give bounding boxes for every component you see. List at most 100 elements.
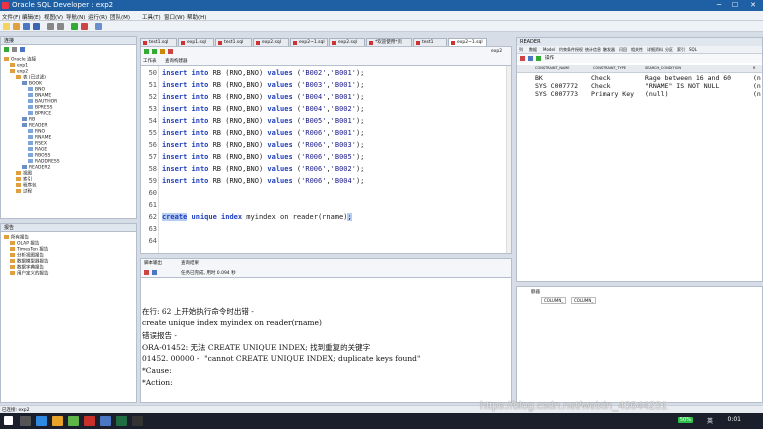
word-icon[interactable] bbox=[100, 416, 111, 426]
object-tab[interactable]: 分区 bbox=[665, 47, 673, 53]
refresh-icon[interactable] bbox=[536, 56, 541, 61]
object-tab[interactable]: 相关性 bbox=[631, 47, 643, 53]
menu-navigate[interactable]: 导航(N) bbox=[66, 13, 85, 21]
stop-icon[interactable] bbox=[81, 23, 88, 30]
tree-node-label: 表 (已过滤) bbox=[23, 75, 46, 81]
minimize-button[interactable]: ─ bbox=[712, 1, 726, 9]
object-tab[interactable]: 详细资料 bbox=[647, 47, 663, 53]
column-header[interactable]: CONSTRAINT_NAME bbox=[535, 66, 570, 70]
explorer-icon[interactable] bbox=[52, 416, 63, 426]
connection-selector[interactable]: exp2 bbox=[491, 49, 502, 54]
table-name: RB bbox=[212, 129, 222, 137]
tab-worksheet[interactable]: 工作表 bbox=[143, 58, 157, 64]
column-header[interactable]: R bbox=[753, 66, 755, 70]
menu-view[interactable]: 视图(V) bbox=[44, 13, 63, 21]
column-header-1[interactable]: COLUMN_ bbox=[541, 297, 567, 304]
string-literal: 'B004' bbox=[301, 105, 327, 113]
object-tab[interactable]: 授权 bbox=[575, 47, 583, 53]
tree-node[interactable]: 过程 bbox=[16, 189, 32, 196]
input-language[interactable]: 英 bbox=[707, 416, 713, 425]
column-list: (RNO,BNO) bbox=[225, 69, 264, 77]
object-tab[interactable]: Model bbox=[543, 47, 555, 52]
run-script-icon[interactable] bbox=[152, 49, 157, 54]
output-line: 01452. 00000 - "cannot CREATE UNIQUE IND… bbox=[142, 354, 421, 363]
editor-tab[interactable]: exp2~1.sql bbox=[290, 38, 328, 46]
column-header-2[interactable]: COLUMN_ bbox=[571, 297, 597, 304]
editor-tab[interactable]: *欢迎使用*页 bbox=[366, 38, 412, 46]
pin-icon[interactable] bbox=[144, 270, 149, 275]
menu-run[interactable]: 运行(R) bbox=[88, 13, 107, 21]
sql-editor[interactable]: 50 51 52 53 54 55 56 57 58 59 60 61 63 64 62 insert in… bbox=[140, 66, 512, 254]
battery-indicator[interactable]: 50% bbox=[677, 417, 693, 423]
menu-help[interactable]: 帮助(H) bbox=[187, 13, 206, 21]
tab-query-builder[interactable]: 查询构建器 bbox=[165, 58, 188, 64]
editor-tab[interactable]: test1.sql bbox=[140, 38, 177, 46]
object-tab[interactable]: 统计信息 bbox=[585, 47, 601, 53]
pin-icon[interactable] bbox=[520, 56, 525, 61]
editor-tab[interactable]: exp2.sql bbox=[253, 38, 289, 46]
save-icon[interactable] bbox=[23, 23, 30, 30]
editor-tab[interactable]: exp2.sql bbox=[329, 38, 365, 46]
add-connection-icon[interactable] bbox=[4, 47, 9, 52]
object-tab[interactable]: 索引 bbox=[677, 47, 685, 53]
editor-tab[interactable]: exp2~1.sql bbox=[448, 38, 487, 46]
tab-icon bbox=[332, 41, 336, 45]
run-statement-icon[interactable] bbox=[144, 49, 149, 54]
editor-tab[interactable]: test1.sql bbox=[215, 38, 252, 46]
maximize-button[interactable]: ☐ bbox=[728, 1, 742, 9]
actions-menu[interactable]: 操作 bbox=[545, 55, 554, 61]
tab-label: exp1.sql bbox=[187, 40, 206, 45]
string-literal: 'B004' bbox=[330, 177, 356, 185]
editor-tab-strip: test1.sql exp1.sql test1.sql exp2.sql exp2~1… bbox=[140, 37, 512, 46]
edit-icon[interactable] bbox=[528, 56, 533, 61]
filter-icon[interactable] bbox=[20, 47, 25, 52]
search-icon[interactable] bbox=[20, 416, 31, 426]
wechat-icon[interactable] bbox=[68, 416, 79, 426]
save-all-icon[interactable] bbox=[33, 23, 40, 30]
forward-icon[interactable] bbox=[57, 23, 64, 30]
object-tab[interactable]: 约束条件 bbox=[559, 47, 575, 53]
search-condition: (null) bbox=[645, 90, 669, 98]
editor-tab[interactable]: exp1.sql bbox=[178, 38, 214, 46]
tree-node-label: READER bbox=[29, 123, 48, 129]
object-tab[interactable]: 触发器 bbox=[603, 47, 615, 53]
bottom-right-panel: 额器 COLUMN_ COLUMN_ bbox=[516, 286, 763, 403]
edge-icon[interactable] bbox=[36, 416, 47, 426]
oracle-icon[interactable] bbox=[84, 416, 95, 426]
tab-script-output[interactable]: 脚本输出 bbox=[144, 260, 162, 266]
tab-query-result[interactable]: 查询结果 bbox=[181, 260, 199, 266]
column-header[interactable]: SEARCH_CONDITION bbox=[645, 66, 681, 70]
editor-tab[interactable]: test1 bbox=[413, 38, 447, 46]
report-item[interactable]: 用户定义的报告 bbox=[10, 271, 49, 278]
new-icon[interactable] bbox=[3, 23, 10, 30]
table-icon bbox=[16, 183, 21, 187]
object-tab[interactable]: SQL bbox=[689, 47, 697, 52]
excel-icon[interactable] bbox=[116, 416, 127, 426]
start-icon[interactable] bbox=[4, 416, 13, 425]
object-tab[interactable]: 闪回 bbox=[619, 47, 627, 53]
open-icon[interactable] bbox=[13, 23, 20, 30]
sql-icon[interactable] bbox=[95, 23, 102, 30]
menu-edit[interactable]: 编辑(E) bbox=[22, 13, 41, 21]
object-tab[interactable]: 列 bbox=[519, 47, 523, 53]
object-tab[interactable]: 数据 bbox=[529, 47, 537, 53]
column-header[interactable]: CONSTRAINT_TYPE bbox=[593, 66, 626, 70]
clock[interactable]: 0:01 bbox=[728, 416, 741, 423]
app-icon[interactable] bbox=[132, 416, 143, 426]
back-icon[interactable] bbox=[47, 23, 54, 30]
editor-scrollbar[interactable] bbox=[506, 66, 511, 253]
commit-icon[interactable] bbox=[160, 49, 165, 54]
refresh-icon[interactable] bbox=[12, 47, 17, 52]
menu-bar: 文件(F) 编辑(E) 视图(V) 导航(N) 运行(R) 团队(M) 工具(T… bbox=[0, 11, 763, 21]
menu-tools[interactable]: 工具(T) bbox=[142, 13, 161, 21]
save-output-icon[interactable] bbox=[152, 270, 157, 275]
menu-team[interactable]: 团队(M) bbox=[110, 13, 130, 21]
close-button[interactable]: ✕ bbox=[746, 1, 760, 9]
run-icon[interactable] bbox=[71, 23, 78, 30]
report-item-label: 用户定义的报告 bbox=[17, 271, 49, 277]
string-literal: 'B002' bbox=[301, 69, 327, 77]
line-number: 64 bbox=[148, 237, 157, 245]
rollback-icon[interactable] bbox=[168, 49, 173, 54]
menu-window[interactable]: 窗口(W) bbox=[164, 13, 185, 21]
menu-file[interactable]: 文件(F) bbox=[2, 13, 20, 21]
